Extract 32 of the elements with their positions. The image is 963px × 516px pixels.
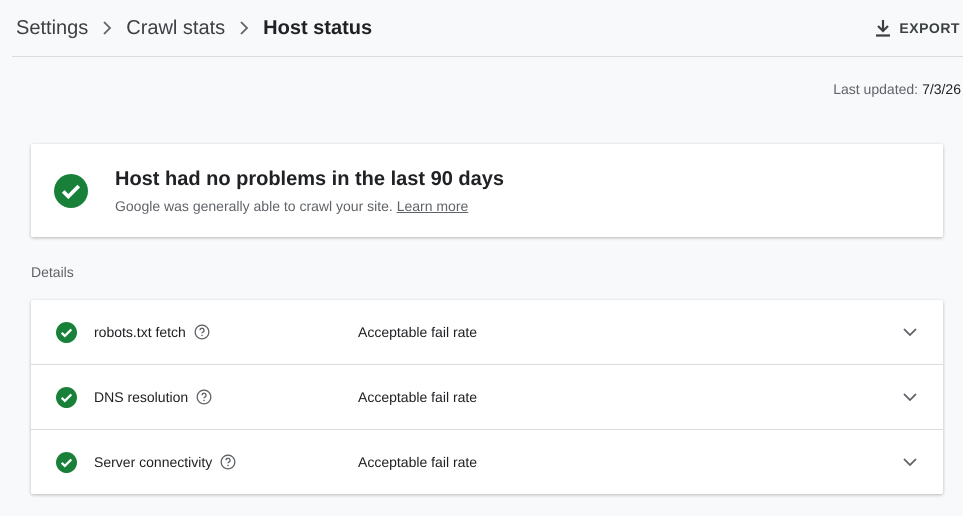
learn-more-link[interactable]: Learn more [396, 198, 468, 214]
row-name: DNS resolution [94, 389, 188, 405]
chevron-right-icon [102, 21, 112, 35]
check-circle-icon [56, 322, 77, 342]
row-result: Acceptable fail rate [358, 454, 478, 470]
check-circle-icon [54, 174, 88, 208]
check-circle-icon [56, 386, 77, 408]
download-icon [875, 19, 892, 37]
breadcrumb-link[interactable]: Host status [263, 16, 372, 40]
summary-text: Google was generally able to crawl your site. Learn more [115, 198, 470, 214]
summary-title: Host had no problems in the last 90 days [115, 168, 504, 190]
breadcrumb-link[interactable]: Crawl stats [126, 16, 226, 40]
details-row[interactable]: DNS resolution Acceptable fail rate [31, 364, 943, 429]
breadcrumb-link[interactable]: Settings [16, 16, 88, 40]
row-name: Server connectivity [94, 454, 212, 470]
details-heading: Details [31, 264, 75, 280]
row-result: Acceptable fail rate [358, 389, 478, 405]
chevron-down-icon[interactable] [903, 328, 917, 336]
row-name: robots.txt fetch [94, 324, 186, 340]
chevron-right-icon [239, 21, 250, 35]
help-icon[interactable] [196, 389, 212, 405]
last-updated-date: 7/3/26 [922, 81, 961, 97]
help-icon[interactable] [194, 324, 210, 340]
row-result: Acceptable fail rate [358, 324, 478, 340]
last-updated-label: Last updated: [833, 81, 918, 97]
details-row[interactable]: robots.txt fetch Acceptable fail rate [31, 300, 943, 364]
help-icon[interactable] [220, 454, 236, 470]
chevron-down-icon[interactable] [903, 458, 917, 466]
details-row[interactable]: Server connectivity Acceptable fail rate [31, 429, 943, 494]
export-button[interactable]: EXPORT [875, 19, 963, 37]
check-circle-icon [56, 452, 77, 472]
chevron-down-icon[interactable] [903, 392, 917, 402]
